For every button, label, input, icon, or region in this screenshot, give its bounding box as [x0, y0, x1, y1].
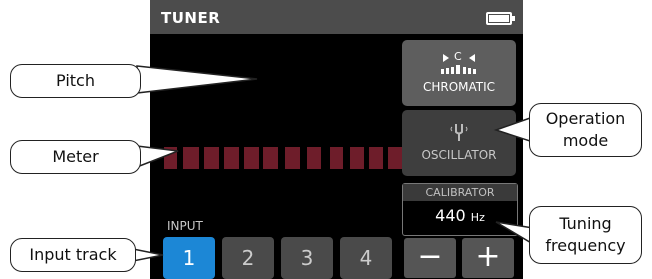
callout-operation-mode-line1: Operation: [545, 109, 626, 128]
callout-tuning-frequency-line2: frequency: [545, 236, 626, 255]
callout-input-track: Input track: [10, 238, 136, 272]
callout-pitch: Pitch: [10, 64, 141, 98]
callout-operation-mode: Operation mode: [529, 103, 642, 157]
callout-meter: Meter: [10, 140, 141, 174]
callout-tuning-frequency: Tuning frequency: [529, 206, 642, 264]
callout-tuning-frequency-line1: Tuning: [559, 214, 612, 233]
callout-operation-mode-line2: mode: [562, 131, 609, 150]
